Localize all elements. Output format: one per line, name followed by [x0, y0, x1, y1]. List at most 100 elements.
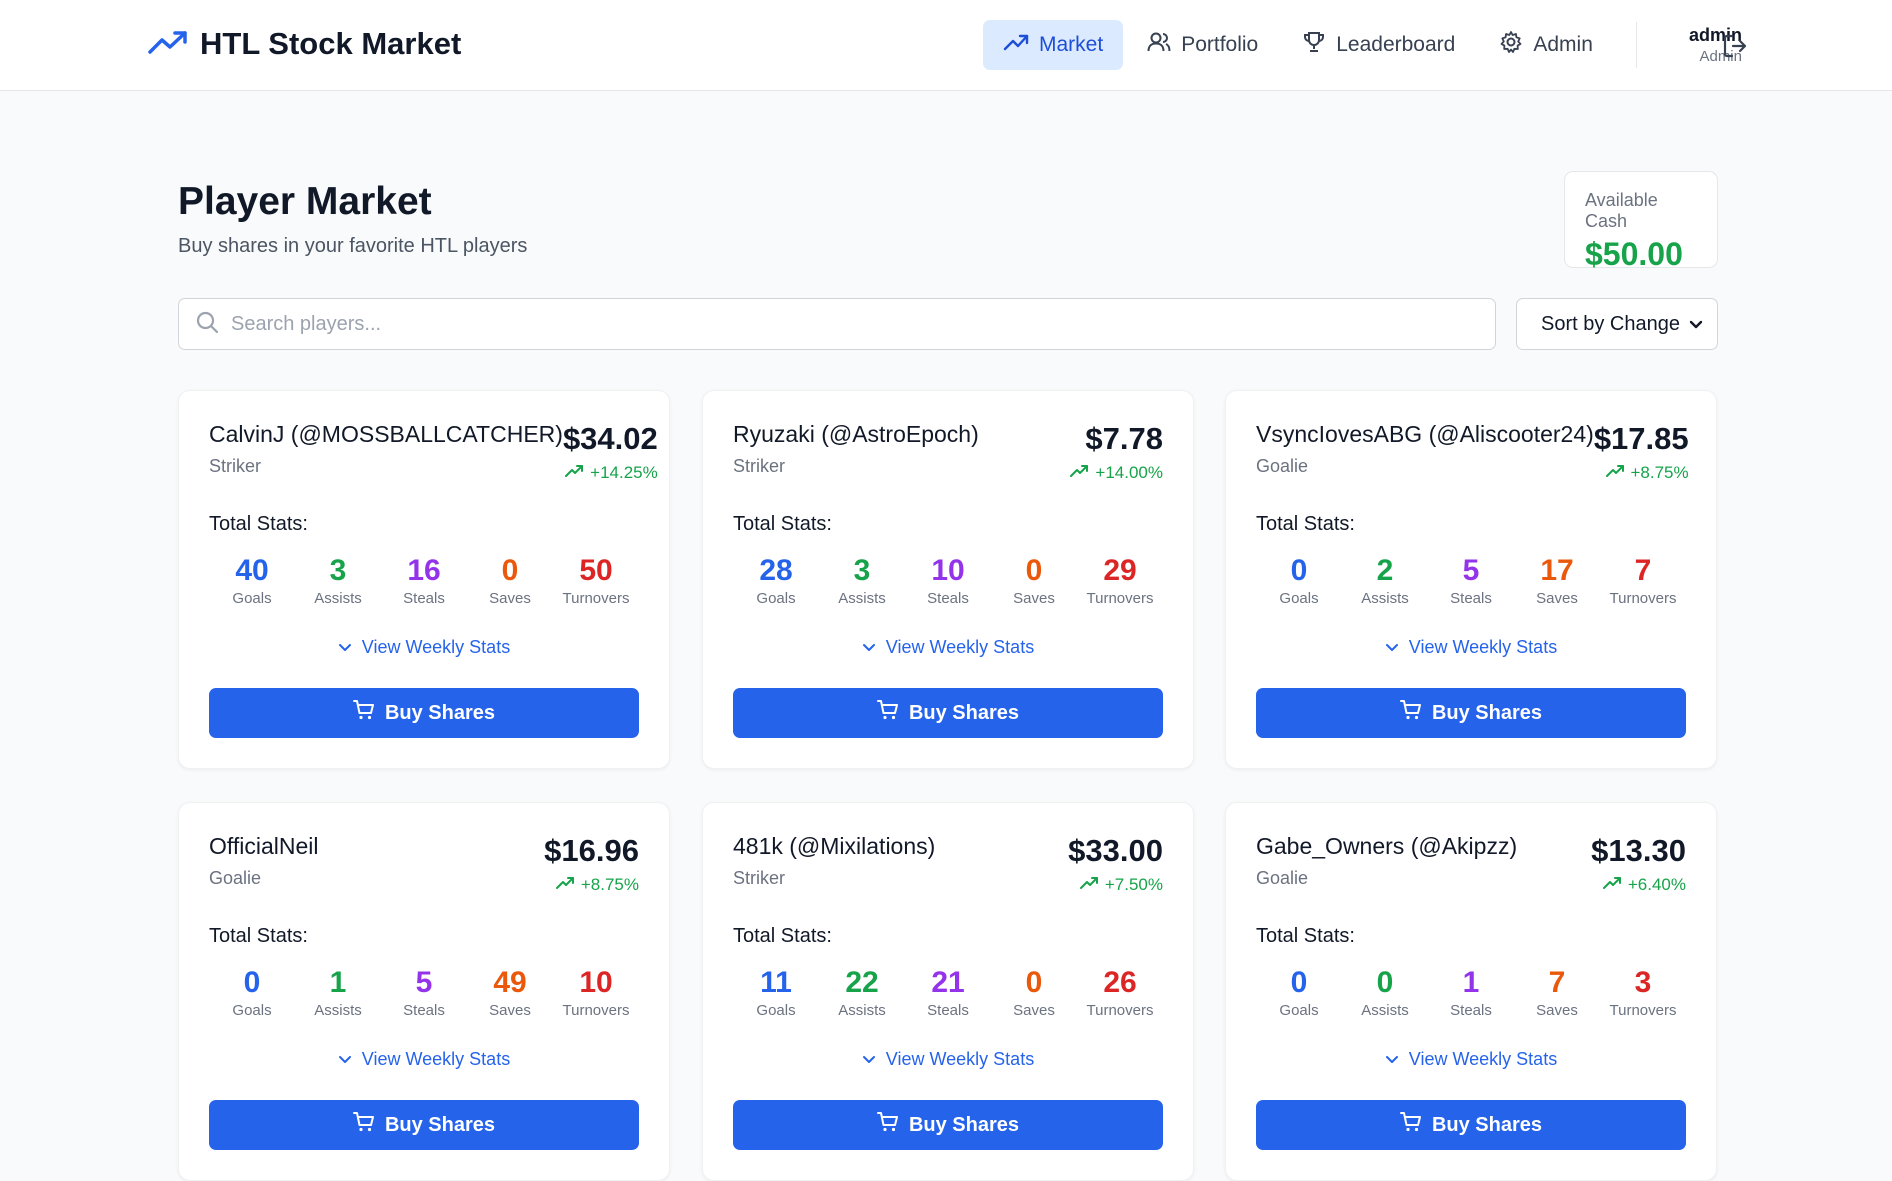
nav-admin[interactable]: Admin [1479, 20, 1613, 70]
chevron-down-icon [338, 637, 352, 658]
trending-up-icon [1602, 875, 1622, 895]
buy-shares-button[interactable]: Buy Shares [209, 688, 639, 738]
stat-assists-value: 0 [1376, 966, 1394, 999]
view-weekly-stats-label: View Weekly Stats [361, 1049, 511, 1069]
stat-assists: 22 Assists [819, 966, 905, 1019]
share-price: $13.30 [1591, 833, 1686, 868]
nav-market[interactable]: Market [983, 20, 1124, 70]
stat-assists-label: Assists [314, 590, 362, 607]
player-position: Striker [209, 456, 262, 476]
card-header: OfficialNeil Goalie $16.96 +8.75% [209, 833, 639, 895]
player-name: CalvinJ (@MOSSBALLCATCHER) [209, 421, 563, 447]
cart-icon [352, 1111, 375, 1139]
stat-goals-label: Goals [232, 590, 272, 607]
stat-steals-value: 5 [1462, 554, 1480, 587]
chevron-down-icon [862, 1049, 876, 1070]
buy-shares-button[interactable]: Buy Shares [209, 1100, 639, 1150]
trending-up-icon [555, 875, 575, 895]
buy-shares-button[interactable]: Buy Shares [733, 1100, 1163, 1150]
stat-saves-value: 7 [1548, 966, 1566, 999]
buy-shares-button[interactable]: Buy Shares [733, 688, 1163, 738]
sort-select[interactable]: Sort by Change [1516, 298, 1718, 350]
trending-up-icon [1079, 875, 1099, 895]
sort-selected-value: Sort by Change [1541, 312, 1680, 335]
share-price: $34.02 [562, 421, 658, 456]
buy-shares-button[interactable]: Buy Shares [1256, 1100, 1686, 1150]
stat-saves: 0 Saves [991, 554, 1077, 607]
gear-icon [1499, 30, 1523, 60]
cash-label: Available Cash [1585, 190, 1658, 231]
player-card: OfficialNeil Goalie $16.96 +8.75% Total … [178, 802, 670, 1181]
total-stats-label: Total Stats: [1256, 513, 1355, 535]
search-input[interactable] [231, 312, 1431, 336]
stat-goals-value: 11 [760, 966, 792, 999]
buy-shares-label: Buy Shares [908, 701, 1020, 724]
buy-shares-label: Buy Shares [1431, 701, 1543, 724]
stat-turnovers: 26 Turnovers [1077, 966, 1163, 1019]
main-nav: Market Portfolio Leaderboard Admin [983, 20, 1617, 70]
price-change-value: +7.50% [1104, 875, 1163, 894]
stat-goals-value: 0 [1290, 554, 1308, 587]
nav-leaderboard-label: Leaderboard [1336, 33, 1456, 56]
stat-saves-label: Saves [1536, 590, 1578, 607]
stat-saves: 49 Saves [467, 966, 553, 1019]
share-price: $17.85 [1593, 421, 1689, 456]
stat-saves: 7 Saves [1514, 966, 1600, 1019]
stat-steals: 21 Steals [905, 966, 991, 1019]
stat-steals-label: Steals [1450, 1002, 1492, 1019]
nav-portfolio[interactable]: Portfolio [1127, 20, 1278, 70]
top-navbar: HTL Stock Market Market Portfolio Leader… [0, 0, 1892, 91]
view-weekly-stats-link[interactable]: View Weekly Stats [209, 1049, 639, 1070]
stat-steals-value: 1 [1462, 966, 1480, 999]
page-subtitle: Buy shares in your favorite HTL players [178, 235, 528, 257]
search-box[interactable] [178, 298, 1496, 350]
stat-steals-label: Steals [927, 1002, 969, 1019]
stat-saves-value: 0 [1025, 554, 1043, 587]
stat-steals-value: 21 [931, 966, 965, 999]
stat-goals: 11 Goals [733, 966, 819, 1019]
player-card: CalvinJ (@MOSSBALLCATCHER) Striker $34.0… [178, 390, 670, 769]
stat-steals: 10 Steals [905, 554, 991, 607]
stat-steals-value: 5 [415, 966, 433, 999]
buy-shares-label: Buy Shares [384, 701, 496, 724]
stat-goals-label: Goals [756, 1002, 796, 1019]
view-weekly-stats-label: View Weekly Stats [1408, 1049, 1558, 1069]
stat-goals-label: Goals [232, 1002, 272, 1019]
share-price: $33.00 [1068, 833, 1163, 868]
stat-saves-label: Saves [1013, 1002, 1055, 1019]
price-change-value: +8.75% [1630, 463, 1689, 482]
stat-assists: 3 Assists [295, 554, 381, 607]
nav-admin-label: Admin [1533, 33, 1593, 56]
stat-assists: 1 Assists [295, 966, 381, 1019]
total-stats-label: Total Stats: [733, 513, 832, 535]
price-info: $7.78 +14.00% [1069, 421, 1163, 483]
card-header: Gabe_Owners (@Akipzz) Goalie $13.30 +6.4… [1256, 833, 1686, 895]
view-weekly-stats-link[interactable]: View Weekly Stats [733, 1049, 1163, 1070]
stat-goals: 40 Goals [209, 554, 295, 607]
stats-row: 11 Goals 22 Assists 21 Steals 0 Saves 26 Turn… [733, 966, 1163, 1019]
brand[interactable]: HTL Stock Market [148, 26, 461, 62]
cart-icon [1399, 1111, 1422, 1139]
stat-saves-label: Saves [1013, 590, 1055, 607]
logout-button[interactable] [1722, 33, 1748, 64]
buy-shares-button[interactable]: Buy Shares [1256, 688, 1686, 738]
view-weekly-stats-link[interactable]: View Weekly Stats [733, 637, 1163, 658]
stat-steals: 1 Steals [1428, 966, 1514, 1019]
stat-steals-value: 10 [931, 554, 965, 587]
stat-saves-value: 0 [501, 554, 519, 587]
stat-turnovers: 50 Turnovers [553, 554, 639, 607]
view-weekly-stats-link[interactable]: View Weekly Stats [209, 637, 639, 658]
price-info: $34.02 +14.25% [563, 421, 658, 483]
stat-turnovers-label: Turnovers [562, 590, 630, 607]
view-weekly-stats-link[interactable]: View Weekly Stats [1256, 637, 1686, 658]
stat-goals-label: Goals [1279, 1002, 1319, 1019]
share-price: $7.78 [1085, 421, 1163, 456]
stat-steals-value: 16 [407, 554, 441, 587]
stat-turnovers: 7 Turnovers [1600, 554, 1686, 607]
price-change: +14.00% [1069, 463, 1163, 483]
nav-leaderboard[interactable]: Leaderboard [1282, 20, 1475, 70]
view-weekly-stats-link[interactable]: View Weekly Stats [1256, 1049, 1686, 1070]
stat-assists: 2 Assists [1342, 554, 1428, 607]
stat-turnovers-label: Turnovers [562, 1002, 630, 1019]
stat-assists: 0 Assists [1342, 966, 1428, 1019]
